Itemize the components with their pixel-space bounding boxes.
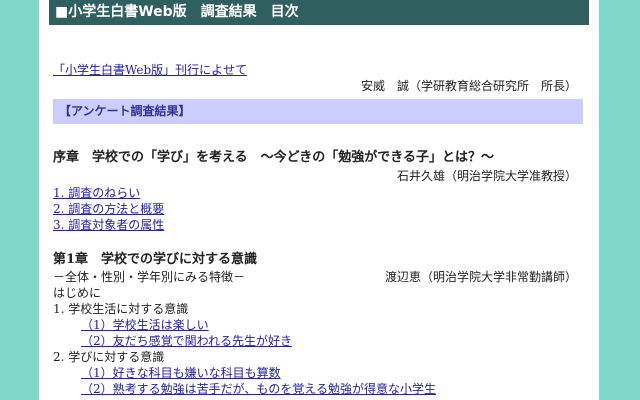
- page-header: ■小学生白書Web版 調査結果 目次: [49, 0, 589, 25]
- prologue-item-link[interactable]: 2. 調査の方法と概要: [53, 200, 164, 217]
- section-label: 【アンケート調査結果】: [59, 104, 191, 118]
- chapter1-item-link[interactable]: （2）友だち感覚で関われる先生が好き: [81, 332, 292, 349]
- chapter1-author: 渡辺恵（明治学院大学非常勤講師）: [384, 270, 577, 284]
- chapter1-item-link[interactable]: （1）好きな科目も嫌いな科目も算数: [81, 364, 281, 381]
- prologue-title: 序章 学校での「学び」を考える ～今どきの「勉強ができる子」とは？～: [53, 150, 494, 165]
- page: ■小学生白書Web版 調査結果 目次 「小学生白書Web版」刊行によせて 安威 …: [39, 0, 599, 400]
- prologue-author: 石井久雄（明治学院大学准教授）: [396, 169, 577, 183]
- intro-link[interactable]: 「小学生白書Web版」刊行によせて: [53, 61, 247, 78]
- chapter1-item-link[interactable]: （2）熟考する勉強は苦手だが、ものを覚える勉強が得意な小学生: [81, 380, 436, 397]
- prologue-item-link[interactable]: 3. 調査対象者の属性: [53, 216, 164, 233]
- prologue-item-link[interactable]: 1. 調査のねらい: [53, 184, 140, 201]
- page-title: ■小学生白書Web版 調査結果 目次: [55, 4, 299, 20]
- chapter1-section-heading: 2. 学びに対する意識: [53, 350, 165, 364]
- chapter1-section-heading: 1. 学校生活に対する意識: [53, 302, 189, 316]
- chapter1-intro-text: はじめに: [53, 286, 102, 300]
- section-bar-survey-results: 【アンケート調査結果】: [53, 99, 583, 124]
- chapter1-item-link[interactable]: （1）学校生活は楽しい: [81, 316, 209, 333]
- intro-author: 安威 誠（学研教育総合研究所 所長）: [360, 79, 577, 93]
- chapter1-title: 第1章 学校での学びに対する意識: [53, 252, 258, 267]
- chapter1-subtitle: －全体・性別・学年別にみる特徴－: [53, 270, 246, 284]
